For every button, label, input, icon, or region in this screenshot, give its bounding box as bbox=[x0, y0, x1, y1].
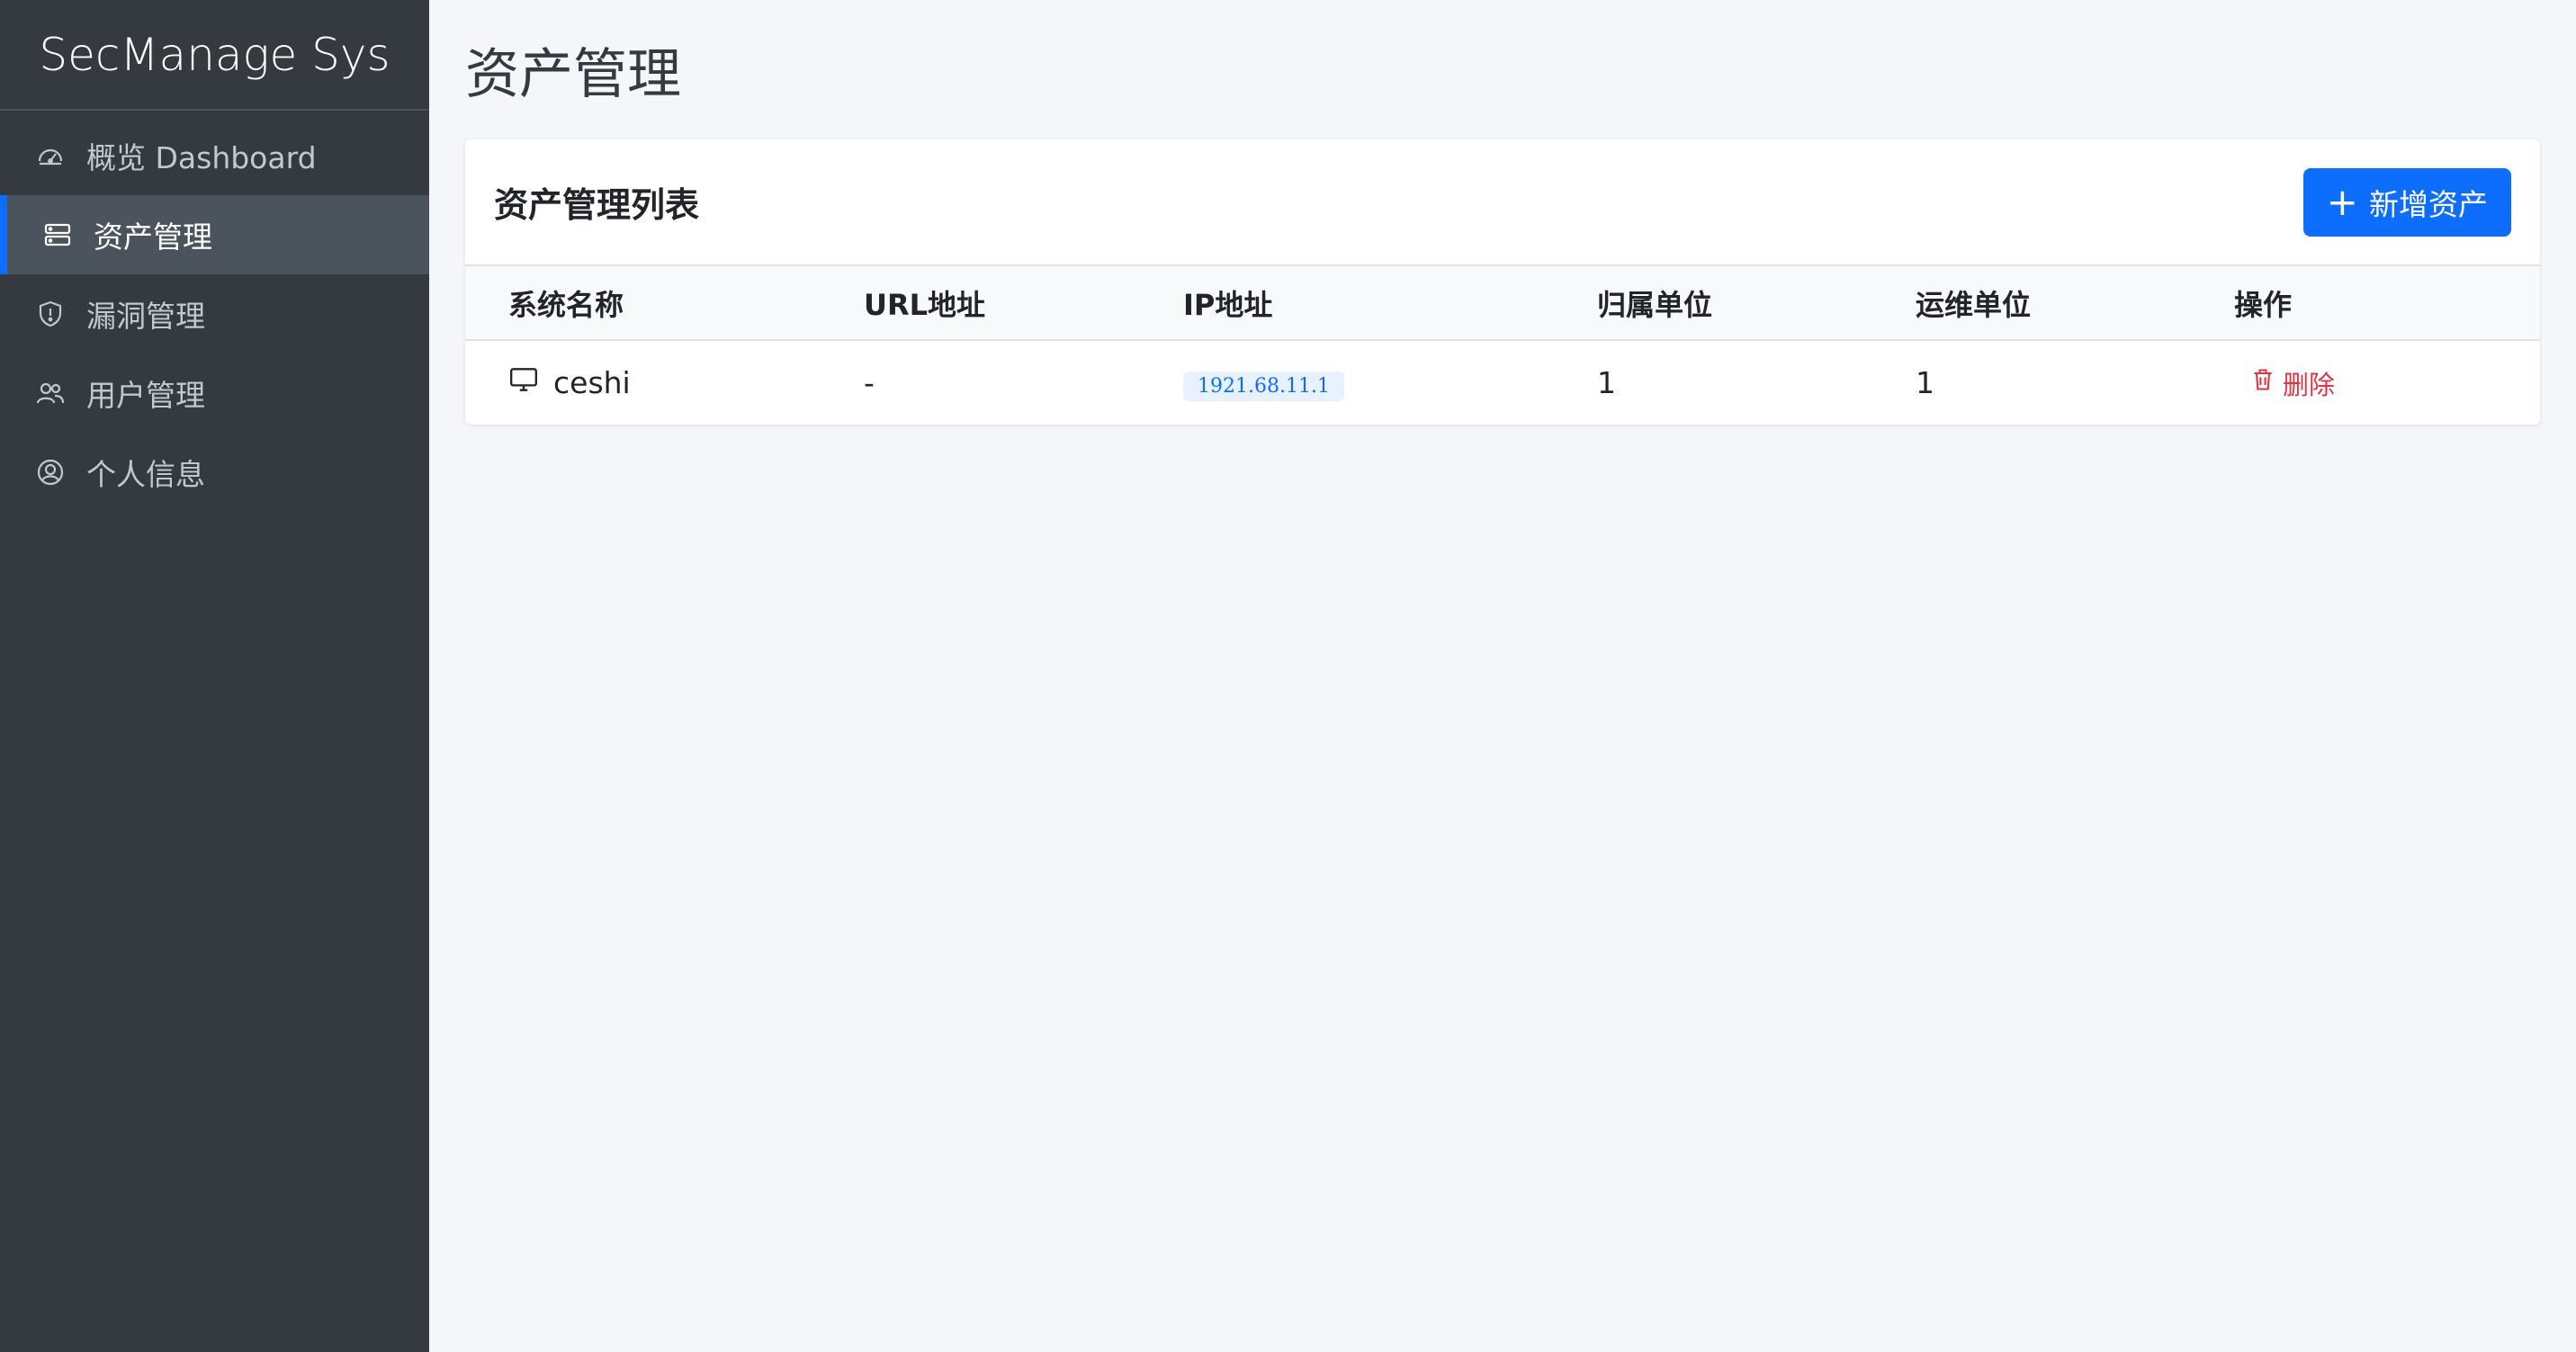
add-asset-label: 新增资产 bbox=[2369, 186, 2488, 222]
ip-badge: 1921.68.11.1 bbox=[1183, 372, 1344, 401]
server-icon bbox=[41, 219, 74, 251]
delete-label: 删除 bbox=[2283, 369, 2336, 400]
sidebar-item-label: 资产管理 bbox=[94, 219, 212, 255]
card-header: 资产管理列表 + 新增资产 bbox=[465, 139, 2540, 266]
col-ops-unit: 运维单位 bbox=[1916, 287, 2032, 322]
table-body: ceshi - 1921.68.11.1 1 1 删除 bbox=[465, 340, 2540, 425]
main-content: 资产管理 资产管理列表 + 新增资产 系统名称 URL地址 IP地址 归属单位 … bbox=[429, 0, 2576, 1352]
system-name-text: ceshi bbox=[553, 365, 631, 400]
table-header: 系统名称 URL地址 IP地址 归属单位 运维单位 操作 bbox=[465, 266, 2540, 340]
assets-card: 资产管理列表 + 新增资产 系统名称 URL地址 IP地址 归属单位 运维单位 … bbox=[465, 139, 2540, 425]
col-system-name: 系统名称 bbox=[508, 287, 624, 322]
sidebar-item-label: 个人信息 bbox=[86, 457, 205, 492]
sidebar-item-assets[interactable]: 资产管理 bbox=[0, 195, 429, 274]
sidebar-item-users[interactable]: 用户管理 bbox=[0, 354, 429, 433]
delete-button[interactable]: 删除 bbox=[2234, 364, 2335, 402]
user-circle-icon bbox=[34, 456, 67, 488]
sidebar-nav: 概览 Dashboard 资产管理 漏洞管理 用户管理 个人信息 bbox=[0, 111, 429, 512]
add-asset-button[interactable]: + 新增资产 bbox=[2302, 167, 2511, 237]
speedometer-icon bbox=[34, 139, 67, 172]
cell-owner-unit: 1 bbox=[1597, 365, 1616, 400]
sidebar-item-label: 用户管理 bbox=[86, 378, 205, 413]
users-icon bbox=[34, 377, 67, 409]
brand-title[interactable]: SecManage Sys bbox=[0, 0, 429, 111]
table-header-row: 系统名称 URL地址 IP地址 归属单位 运维单位 操作 bbox=[465, 266, 2540, 340]
cell-ip: 1921.68.11.1 bbox=[1140, 340, 1554, 425]
card-title: 资产管理列表 bbox=[494, 185, 700, 225]
cell-url: - bbox=[864, 365, 875, 400]
plus-icon: + bbox=[2326, 179, 2358, 224]
sidebar-item-vulns[interactable]: 漏洞管理 bbox=[0, 274, 429, 354]
sidebar-item-profile[interactable]: 个人信息 bbox=[0, 433, 429, 512]
sidebar-item-dashboard[interactable]: 概览 Dashboard bbox=[0, 116, 429, 195]
sidebar: SecManage Sys 概览 Dashboard 资产管理 漏洞管理 用户管… bbox=[0, 0, 429, 1352]
app-root: SecManage Sys 概览 Dashboard 资产管理 漏洞管理 用户管… bbox=[0, 0, 2576, 1352]
col-url: URL地址 bbox=[864, 287, 986, 322]
cell-ops-unit: 1 bbox=[1916, 365, 1934, 400]
cell-actions: 删除 bbox=[2191, 340, 2540, 425]
sidebar-item-label: 概览 Dashboard bbox=[86, 140, 317, 175]
trash-icon bbox=[2250, 367, 2275, 398]
col-owner-unit: 归属单位 bbox=[1597, 287, 1713, 322]
monitor-icon bbox=[508, 364, 539, 402]
table-row: ceshi - 1921.68.11.1 1 1 删除 bbox=[465, 340, 2540, 425]
shield-icon bbox=[34, 298, 67, 330]
page-title: 资产管理 bbox=[465, 43, 681, 106]
col-actions: 操作 bbox=[2234, 287, 2293, 322]
col-ip: IP地址 bbox=[1183, 287, 1273, 322]
cell-system-name: ceshi bbox=[465, 340, 821, 425]
sidebar-item-label: 漏洞管理 bbox=[86, 299, 205, 334]
assets-table: 系统名称 URL地址 IP地址 归属单位 运维单位 操作 ceshi - 192… bbox=[465, 266, 2540, 425]
